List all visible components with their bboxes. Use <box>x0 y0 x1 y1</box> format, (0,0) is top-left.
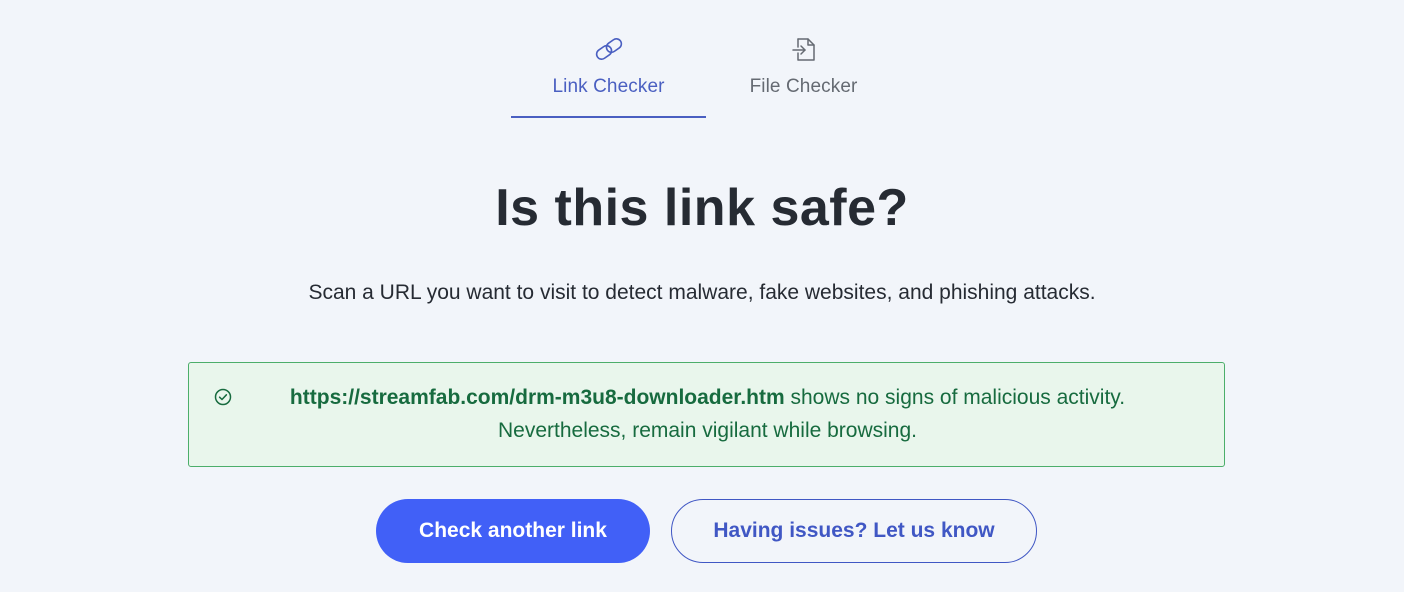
link-icon <box>592 32 626 66</box>
tab-file-checker-label: File Checker <box>749 76 858 97</box>
page-title: Is this link safe? <box>495 179 909 237</box>
file-import-icon <box>787 32 821 66</box>
page-subtitle: Scan a URL you want to visit to detect m… <box>308 281 1096 304</box>
tab-link-checker-label: Link Checker <box>552 76 665 97</box>
scan-result-advice: Nevertheless, remain vigilant while brow… <box>497 419 917 442</box>
page: Link Checker File Checker Is this link s… <box>0 0 1404 592</box>
scan-result-alert: https://streamfab.com/drm-m3u8-downloade… <box>188 362 1225 467</box>
scanned-url: https://streamfab.com/drm-m3u8-downloade… <box>289 386 785 409</box>
check-another-link-button[interactable]: Check another link <box>376 499 650 563</box>
checker-tabs: Link Checker File Checker <box>511 26 901 120</box>
scan-result-text: https://streamfab.com/drm-m3u8-downloade… <box>229 381 1186 447</box>
scan-result-line: https://streamfab.com/drm-m3u8-downloade… <box>229 381 1186 414</box>
tab-link-checker[interactable]: Link Checker <box>511 26 706 120</box>
tab-file-checker[interactable]: File Checker <box>706 26 901 120</box>
scan-result-message: shows no signs of malicious activity. <box>784 386 1126 409</box>
report-issue-button[interactable]: Having issues? Let us know <box>671 499 1037 563</box>
